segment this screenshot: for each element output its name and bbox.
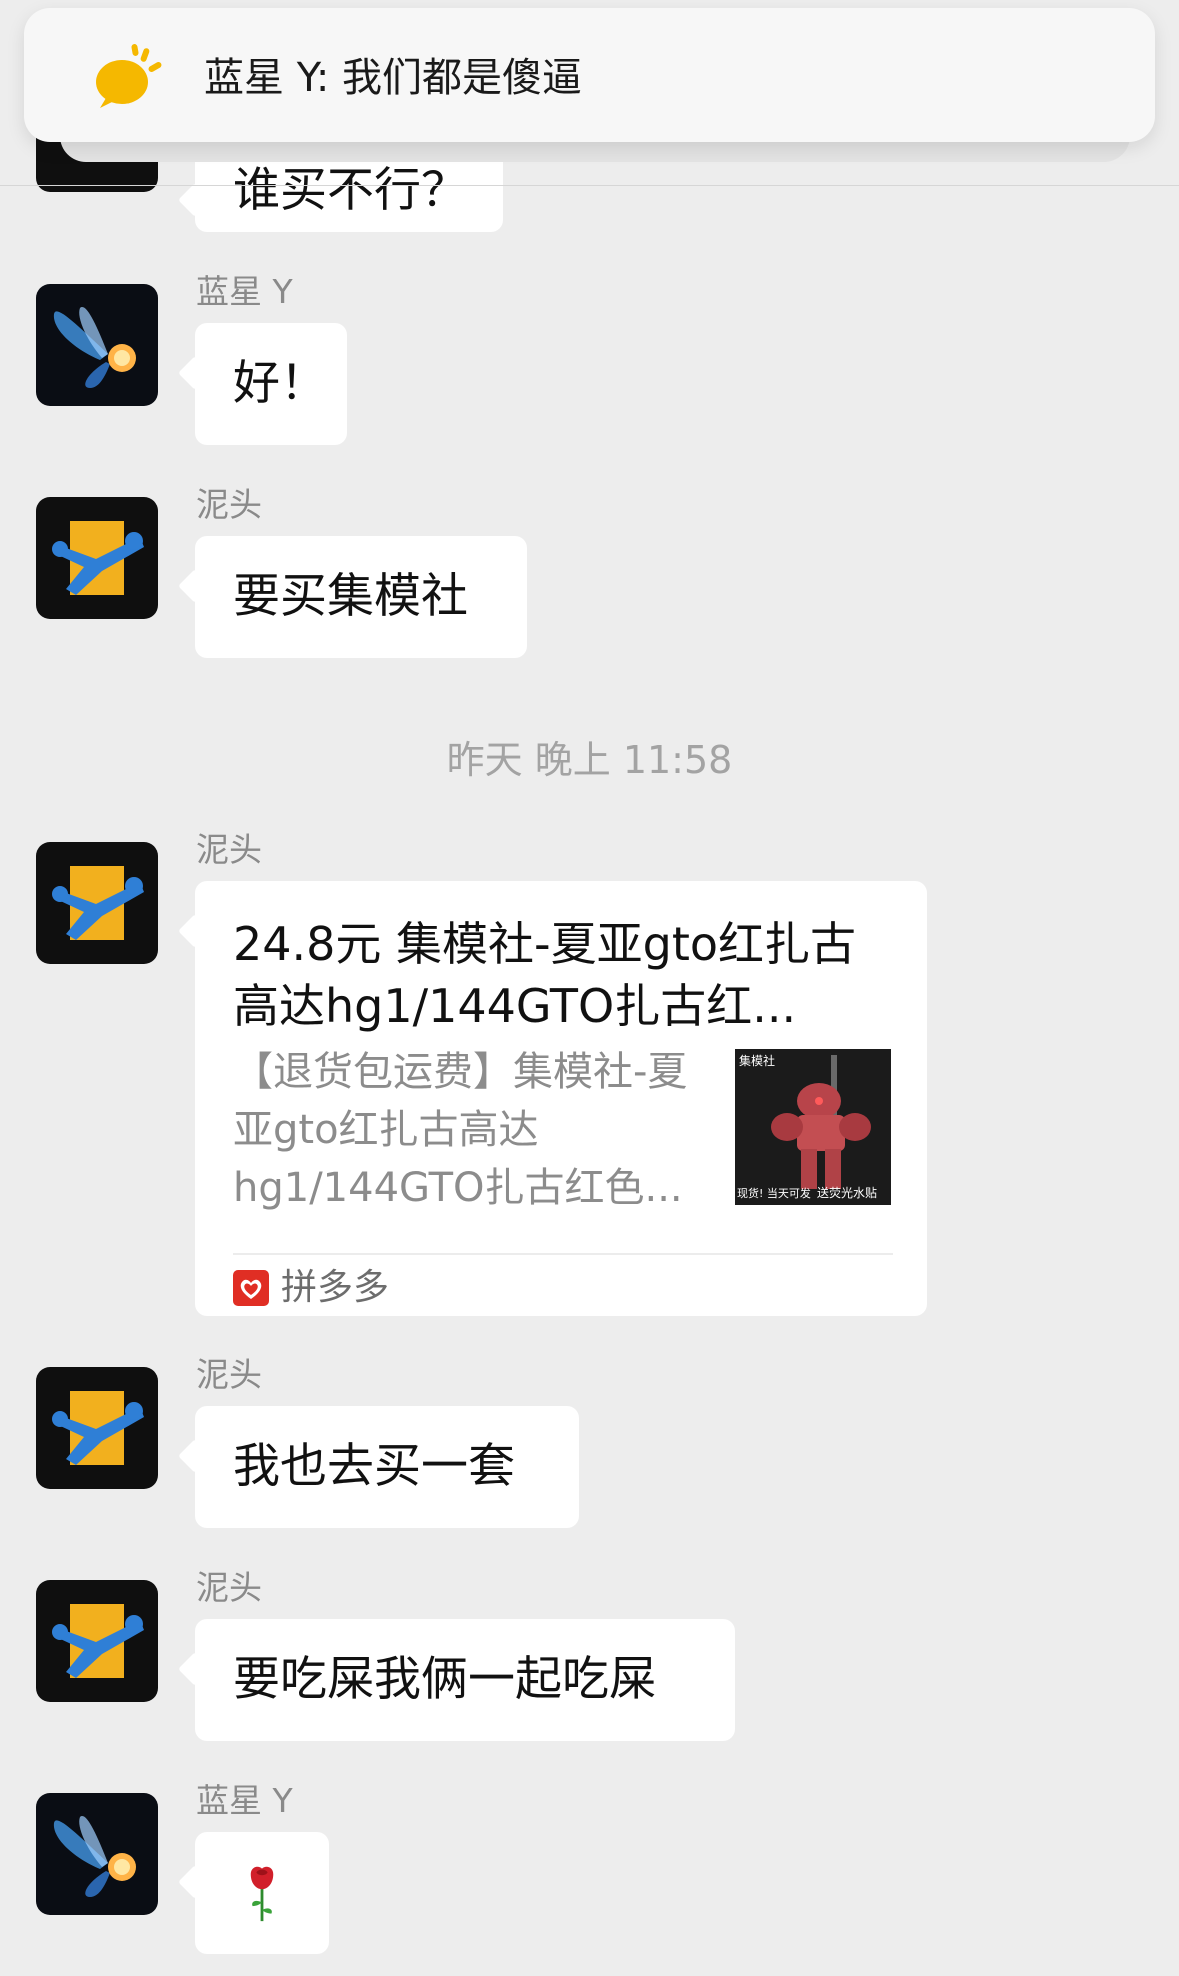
sender-name: 蓝星 Y	[196, 272, 293, 311]
message-bubble[interactable]: 好！	[195, 323, 347, 445]
card-title: 24.8元 集模社-夏亚gto红扎古高达hg1/144GTO扎古红...	[233, 917, 857, 1033]
sender-name: 蓝星 Y	[196, 1781, 293, 1820]
sun-chat-icon	[92, 42, 168, 112]
pinduoduo-icon	[233, 1270, 269, 1306]
card-divider	[233, 1253, 893, 1255]
blue-figure-avatar[interactable]	[36, 1367, 158, 1489]
notification-banner[interactable]: 蓝星 Y: 我们都是傻逼	[24, 8, 1155, 142]
message-bubble[interactable]: 要买集模社	[195, 536, 527, 658]
message-bubble[interactable]: 我也去买一套	[195, 1406, 579, 1528]
product-thumbnail: 集模社 现货! 当天可发 送荧光水贴	[735, 1049, 891, 1205]
chat-view: 谁买不行？ 蓝星 Y: 我们都是傻逼 蓝星 Y 好！ 泥头 要买集模社 昨天 晚…	[0, 0, 1179, 1976]
blue-figure-avatar[interactable]	[36, 1580, 158, 1702]
notification-text: 蓝星 Y: 我们都是傻逼	[204, 55, 583, 101]
sender-name: 泥头	[196, 485, 262, 524]
rose-icon	[250, 1866, 274, 1922]
message-bubble-rose[interactable]	[195, 1832, 329, 1954]
card-description: 【退货包运费】集模社-夏亚gto红扎古高达hg1/144GTO扎古红色...	[233, 1049, 688, 1211]
header-divider	[0, 185, 1179, 186]
blue-figure-avatar[interactable]	[36, 842, 158, 964]
sender-name: 泥头	[196, 1568, 262, 1607]
butterfly-avatar[interactable]	[36, 1793, 158, 1915]
timestamp: 昨天 晚上 11:58	[446, 738, 733, 782]
message-bubble-cut-off[interactable]: 谁买不行？	[195, 150, 503, 232]
card-source: 拼多多	[233, 1263, 389, 1313]
message-bubble[interactable]: 要吃屎我俩一起吃屎	[195, 1619, 735, 1741]
card-source-label: 拼多多	[281, 1267, 390, 1308]
thumbnail-brand-text: 集模社	[739, 1053, 775, 1068]
sender-name: 泥头	[196, 830, 262, 869]
thumbnail-stock-text: 现货! 当天可发	[737, 1186, 811, 1200]
blue-figure-avatar[interactable]	[36, 497, 158, 619]
sender-name: 泥头	[196, 1355, 262, 1394]
shared-link-card[interactable]: 24.8元 集模社-夏亚gto红扎古高达hg1/144GTO扎古红... 【退货…	[195, 881, 927, 1316]
butterfly-avatar[interactable]	[36, 284, 158, 406]
thumbnail-gift-text: 送荧光水贴	[817, 1185, 877, 1200]
